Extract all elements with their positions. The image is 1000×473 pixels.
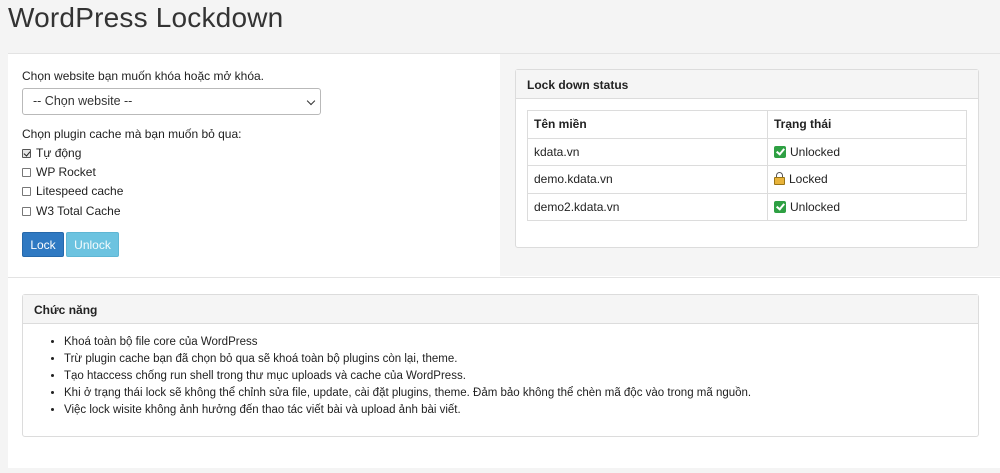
status-table: Tên miền Trạng thái kdata.vn Unlocked de…	[527, 110, 967, 221]
features-list: Khoá toàn bộ file core của WordPress Trừ…	[64, 334, 751, 419]
checkbox[interactable]	[22, 206, 31, 216]
panel-heading: Chức năng	[23, 295, 978, 324]
plugin-option-auto[interactable]: Tự động	[22, 146, 81, 160]
list-item: Việc lock wisite không ảnh hưởng đến tha…	[64, 402, 751, 419]
checkbox[interactable]	[22, 167, 31, 177]
website-select[interactable]: -- Chọn website --	[22, 88, 321, 115]
domain-cell: demo2.kdata.vn	[527, 192, 768, 221]
panel-heading: Lock down status	[516, 70, 978, 99]
plugin-option-label: W3 Total Cache	[36, 204, 121, 218]
state-label: Unlocked	[790, 144, 841, 159]
list-item: Khoá toàn bộ file core của WordPress	[64, 334, 751, 351]
state-label: Unlocked	[790, 199, 841, 214]
checkbox[interactable]	[22, 148, 31, 158]
plugin-select-label: Chọn plugin cache mà bạn muốn bỏ qua:	[22, 127, 242, 141]
table-header-row: Tên miền Trạng thái	[527, 110, 967, 139]
plugin-option-w3-total-cache[interactable]: W3 Total Cache	[22, 204, 121, 218]
table-row: kdata.vn Unlocked	[527, 137, 967, 166]
state-label: Locked	[789, 172, 828, 187]
check-icon	[774, 145, 786, 158]
state-cell: Unlocked	[767, 137, 967, 166]
list-item: Khi ở trạng thái lock sẽ không thể chỉnh…	[64, 385, 751, 402]
check-icon	[774, 200, 786, 213]
column-header-state: Trạng thái	[767, 110, 967, 139]
divider	[8, 277, 1000, 278]
plugin-option-label: Tự động	[36, 146, 82, 160]
page-title: WordPress Lockdown	[8, 2, 284, 33]
lock-icon	[774, 172, 785, 186]
domain-cell: kdata.vn	[527, 137, 768, 166]
table-row: demo.kdata.vn Locked	[527, 165, 967, 194]
column-header-domain: Tên miền	[527, 110, 768, 139]
main-content: Chọn website bạn muốn khóa hoặc mở khóa.…	[8, 53, 1000, 468]
plugin-option-label: WP Rocket	[36, 165, 96, 179]
site-select-label: Chọn website bạn muốn khóa hoặc mở khóa.	[22, 69, 265, 83]
plugin-option-litespeed[interactable]: Litespeed cache	[22, 184, 123, 198]
lock-button[interactable]: Lock	[22, 232, 64, 257]
state-cell: Locked	[767, 165, 967, 194]
website-select-value: -- Chọn website --	[33, 94, 133, 108]
unlock-button[interactable]: Unlock	[66, 232, 119, 257]
state-cell: Unlocked	[767, 192, 967, 221]
plugin-option-label: Litespeed cache	[36, 184, 124, 198]
checkbox[interactable]	[22, 186, 31, 196]
list-item: Tạo htaccess chống run shell trong thư m…	[64, 368, 751, 385]
features-panel: Chức năng Khoá toàn bộ file core của Wor…	[22, 294, 979, 437]
chevron-down-icon	[306, 96, 316, 106]
list-item: Trừ plugin cache bạn đã chọn bỏ qua sẽ k…	[64, 351, 751, 368]
plugin-option-wp-rocket[interactable]: WP Rocket	[22, 165, 96, 179]
domain-cell: demo.kdata.vn	[527, 165, 768, 194]
lockdown-status-panel: Lock down status Tên miền Trạng thái kda…	[515, 69, 979, 248]
table-row: demo2.kdata.vn Unlocked	[527, 192, 967, 221]
